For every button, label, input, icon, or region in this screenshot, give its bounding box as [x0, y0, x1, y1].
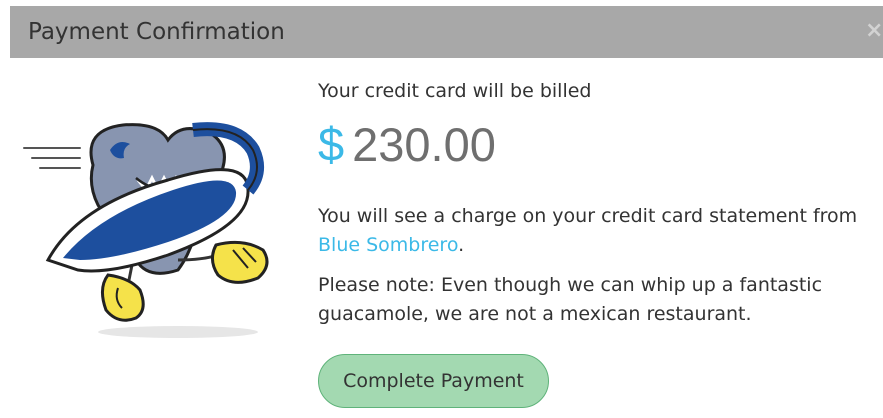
dialog-header: Payment Confirmation ×: [10, 6, 883, 58]
charge-notice-suffix: .: [458, 234, 465, 256]
running-shark-mascot-icon: [23, 122, 269, 338]
merchant-link[interactable]: Blue Sombrero: [318, 234, 458, 256]
complete-payment-button[interactable]: Complete Payment: [318, 354, 549, 408]
payment-confirmation-dialog: Payment Confirmation × Your credit card …: [0, 0, 883, 418]
currency-symbol: $: [318, 117, 345, 171]
dialog-title: Payment Confirmation: [28, 19, 285, 45]
charge-notice-text: You will see a charge on your credit car…: [318, 202, 858, 260]
billing-amount: $230.00: [318, 112, 858, 176]
amount-value: 230.00: [352, 117, 496, 171]
billing-intro-text: Your credit card will be billed: [318, 80, 592, 102]
restaurant-note-text: Please note: Even though we can whip up …: [318, 274, 823, 325]
charge-notice-prefix: You will see a charge on your credit car…: [318, 205, 858, 227]
payment-details: Your credit card will be billed $230.00 …: [318, 78, 858, 329]
close-icon[interactable]: ×: [865, 20, 883, 42]
